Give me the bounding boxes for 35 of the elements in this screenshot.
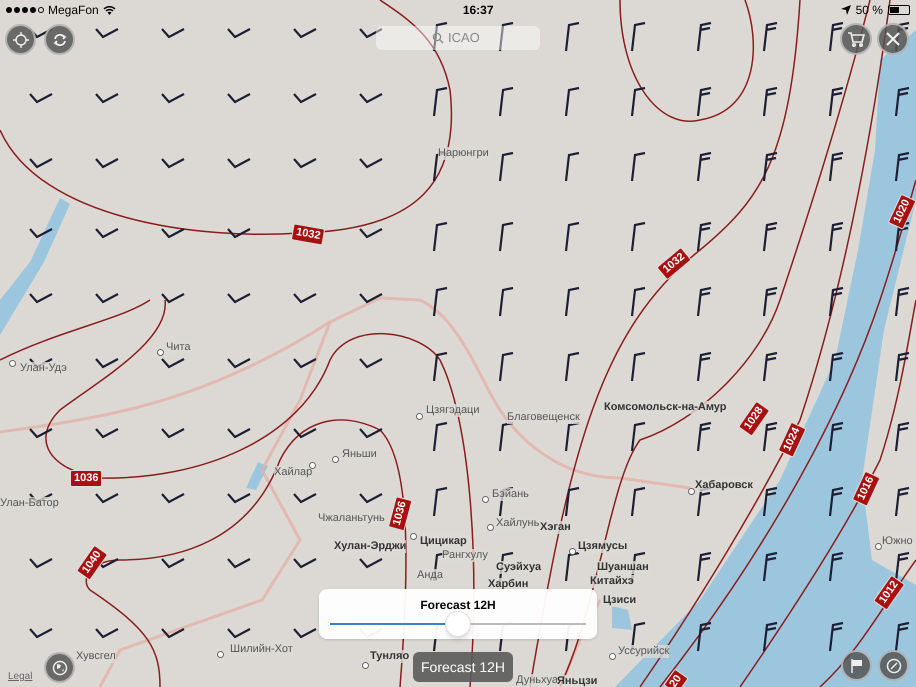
- city-label: Благовещенск: [507, 411, 580, 424]
- city-label: Яньцзи: [557, 675, 598, 687]
- city-label: Хайлар: [274, 466, 312, 479]
- city-label: Шуаншан: [597, 561, 649, 574]
- city-label: Суэйхуа: [496, 561, 542, 574]
- city-label: Бэйань: [492, 488, 529, 501]
- city-label: Дуньхуа: [516, 674, 558, 687]
- search-input[interactable]: ICAO: [448, 28, 484, 48]
- status-time: 16:37: [462, 2, 494, 19]
- city-label: Анда: [417, 569, 443, 582]
- city-label: Хулан-Эрджи: [334, 540, 406, 553]
- forecast-title: Forecast 12H: [419, 597, 497, 614]
- city-label: Китайхэ: [590, 575, 634, 588]
- city-label: Рангхулу: [442, 549, 488, 562]
- city-label: Цзягэдаци: [426, 404, 480, 417]
- isobar-label: 1036: [70, 470, 102, 487]
- city-label: Тунляо: [370, 650, 410, 663]
- city-label: Цицикар: [420, 535, 467, 548]
- carrier-name: MegaFon: [48, 2, 99, 19]
- city-label: Улан-Удэ: [20, 362, 67, 375]
- city-label: Хувсгел: [76, 650, 116, 663]
- city-label: Чжаланьтунь: [318, 512, 385, 525]
- city-label: Хайлунь: [496, 517, 540, 530]
- city-label: Улан-Батор: [0, 497, 59, 510]
- city-label: Уссурийск: [618, 645, 670, 658]
- city-label: Нарюнгри: [438, 147, 489, 160]
- city-label: Цзиси: [603, 594, 636, 607]
- city-label: Хэган: [540, 521, 571, 534]
- city-label: Хабаровск: [695, 479, 753, 492]
- isobar-label: 1032: [290, 223, 326, 246]
- forecast-tooltip: Forecast 12H: [413, 652, 514, 682]
- isobar-label: 1036: [388, 496, 413, 532]
- legal-link[interactable]: Legal: [8, 669, 32, 684]
- city-label: Комсомольск-на-Амур: [604, 401, 726, 414]
- city-label: Цзямусы: [578, 540, 628, 553]
